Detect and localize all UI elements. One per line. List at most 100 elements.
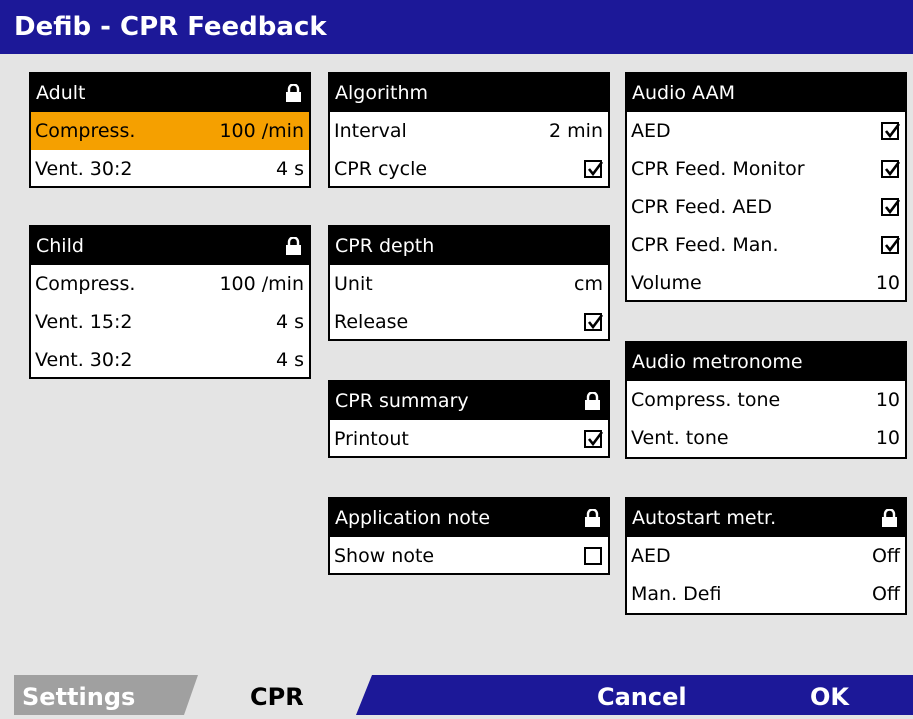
metronome-vent-tone-label: Vent. tone: [631, 427, 729, 449]
cpr-depth-unit-value: cm: [574, 273, 603, 295]
panel-cpr-depth-title: CPR depth: [335, 235, 435, 257]
adult-vent-row[interactable]: Vent. 30:2 4 s: [31, 150, 309, 188]
audio-aam-volume-value: 10: [875, 272, 900, 294]
window-title: Defib - CPR Feedback: [0, 0, 913, 54]
autostart-man-defi-value: Off: [871, 583, 900, 605]
autostart-man-defi-label: Man. Defi: [631, 583, 722, 605]
lock-icon: [585, 392, 600, 410]
audio-aam-aed-row[interactable]: AED: [627, 112, 905, 150]
metronome-vent-tone-row[interactable]: Vent. tone 10: [627, 419, 905, 457]
panel-application-note-header: Application note: [330, 499, 608, 537]
panel-algorithm-title: Algorithm: [335, 82, 429, 104]
panel-child-title: Child: [36, 235, 84, 257]
autostart-aed-label: AED: [631, 545, 671, 567]
metronome-compress-tone-row[interactable]: Compress. tone 10: [627, 381, 905, 419]
checkmark-icon: [884, 199, 901, 215]
printout-checkbox[interactable]: [584, 430, 604, 448]
panel-adult-title: Adult: [36, 82, 86, 104]
checkmark-icon: [587, 161, 604, 177]
panel-child: Child Compress. 100 /min Vent. 15:2 4 s …: [29, 225, 311, 379]
child-compress-row[interactable]: Compress. 100 /min: [31, 265, 309, 303]
feed-man-checkbox[interactable]: [881, 236, 901, 254]
child-vent30-row[interactable]: Vent. 30:2 4 s: [31, 341, 309, 379]
autostart-man-defi-row[interactable]: Man. Defi Off: [627, 575, 905, 613]
metronome-compress-tone-label: Compress. tone: [631, 389, 781, 411]
audio-aam-volume-row[interactable]: Volume 10: [627, 264, 905, 302]
tab-cpr[interactable]: CPR: [250, 675, 304, 715]
application-note-show-row[interactable]: Show note: [330, 537, 608, 575]
metronome-vent-tone-value: 10: [875, 427, 900, 449]
audio-aam-feed-aed-row[interactable]: CPR Feed. AED: [627, 188, 905, 226]
child-compress-value: 100 /min: [219, 273, 304, 295]
panel-adult: Adult Compress. 100 /min Vent. 30:2 4 s: [29, 72, 311, 188]
algorithm-interval-label: Interval: [334, 120, 407, 142]
audio-aam-aed-label: AED: [631, 120, 671, 142]
softkey-bar-background: [0, 675, 913, 715]
panel-audio-metronome-title: Audio metronome: [632, 351, 803, 373]
child-vent15-row[interactable]: Vent. 15:2 4 s: [31, 303, 309, 341]
lock-icon: [882, 509, 897, 527]
panel-autostart-metr: Autostart metr. AED Off Man. Defi Off: [625, 497, 907, 615]
tab-settings[interactable]: Settings: [22, 675, 135, 715]
cpr-depth-release-label: Release: [334, 311, 409, 333]
feed-monitor-checkbox[interactable]: [881, 160, 901, 178]
checkmark-icon: [884, 161, 901, 177]
cancel-button[interactable]: Cancel: [597, 675, 687, 715]
adult-vent-value: 4 s: [275, 158, 304, 180]
panel-audio-metronome-header: Audio metronome: [627, 343, 905, 381]
panel-child-header: Child: [31, 227, 309, 265]
show-note-checkbox[interactable]: [584, 547, 602, 565]
algorithm-interval-row[interactable]: Interval 2 min: [330, 112, 608, 150]
panel-autostart-metr-title: Autostart metr.: [632, 507, 777, 529]
adult-compress-row[interactable]: Compress. 100 /min: [31, 112, 309, 150]
audio-aam-feed-aed-label: CPR Feed. AED: [631, 196, 773, 218]
cpr-depth-unit-row[interactable]: Unit cm: [330, 265, 608, 303]
algorithm-cpr-cycle-label: CPR cycle: [334, 158, 428, 180]
child-compress-label: Compress.: [35, 273, 136, 295]
panel-cpr-depth: CPR depth Unit cm Release: [328, 225, 610, 341]
adult-compress-value: 100 /min: [219, 120, 304, 142]
panel-application-note-title: Application note: [335, 507, 491, 529]
cpr-depth-unit-label: Unit: [334, 273, 373, 295]
cpr-cycle-checkbox[interactable]: [584, 160, 604, 178]
algorithm-cpr-cycle-row[interactable]: CPR cycle: [330, 150, 608, 188]
algorithm-interval-value: 2 min: [549, 120, 603, 142]
audio-aam-feed-man-label: CPR Feed. Man.: [631, 234, 779, 256]
panel-cpr-summary: CPR summary Printout: [328, 380, 610, 458]
panel-autostart-metr-header: Autostart metr.: [627, 499, 905, 537]
metronome-compress-tone-value: 10: [875, 389, 900, 411]
child-vent30-value: 4 s: [275, 349, 304, 371]
panel-audio-metronome: Audio metronome Compress. tone 10 Vent. …: [625, 341, 907, 459]
panel-audio-aam: Audio AAM AED CPR Feed. Monitor CPR Feed…: [625, 72, 907, 302]
lock-icon: [286, 84, 301, 102]
child-vent15-value: 4 s: [275, 311, 304, 333]
checkmark-icon: [884, 237, 901, 253]
child-vent15-label: Vent. 15:2: [35, 311, 133, 333]
panel-application-note: Application note Show note: [328, 497, 610, 575]
cpr-summary-printout-label: Printout: [334, 428, 409, 450]
ok-button[interactable]: OK: [810, 675, 849, 715]
audio-aam-feed-monitor-label: CPR Feed. Monitor: [631, 158, 805, 180]
lock-icon: [286, 237, 301, 255]
application-note-show-label: Show note: [334, 545, 435, 567]
feed-aed-checkbox[interactable]: [881, 198, 901, 216]
cpr-summary-printout-row[interactable]: Printout: [330, 420, 608, 458]
autostart-aed-row[interactable]: AED Off: [627, 537, 905, 575]
checkmark-icon: [587, 431, 604, 447]
panel-audio-aam-header: Audio AAM: [627, 74, 905, 112]
panel-cpr-summary-header: CPR summary: [330, 382, 608, 420]
audio-aam-feed-man-row[interactable]: CPR Feed. Man.: [627, 226, 905, 264]
cpr-depth-release-row[interactable]: Release: [330, 303, 608, 341]
release-checkbox[interactable]: [584, 313, 604, 331]
softkey-bar: Settings CPR Cancel OK: [0, 675, 913, 715]
adult-compress-label: Compress.: [35, 120, 136, 142]
audio-aam-feed-monitor-row[interactable]: CPR Feed. Monitor: [627, 150, 905, 188]
checkmark-icon: [884, 123, 901, 139]
aam-aed-checkbox[interactable]: [881, 122, 901, 140]
audio-aam-volume-label: Volume: [631, 272, 702, 294]
panel-algorithm-header: Algorithm: [330, 74, 608, 112]
child-vent30-label: Vent. 30:2: [35, 349, 133, 371]
lock-icon: [585, 509, 600, 527]
panel-algorithm: Algorithm Interval 2 min CPR cycle: [328, 72, 610, 188]
panel-audio-aam-title: Audio AAM: [632, 82, 735, 104]
